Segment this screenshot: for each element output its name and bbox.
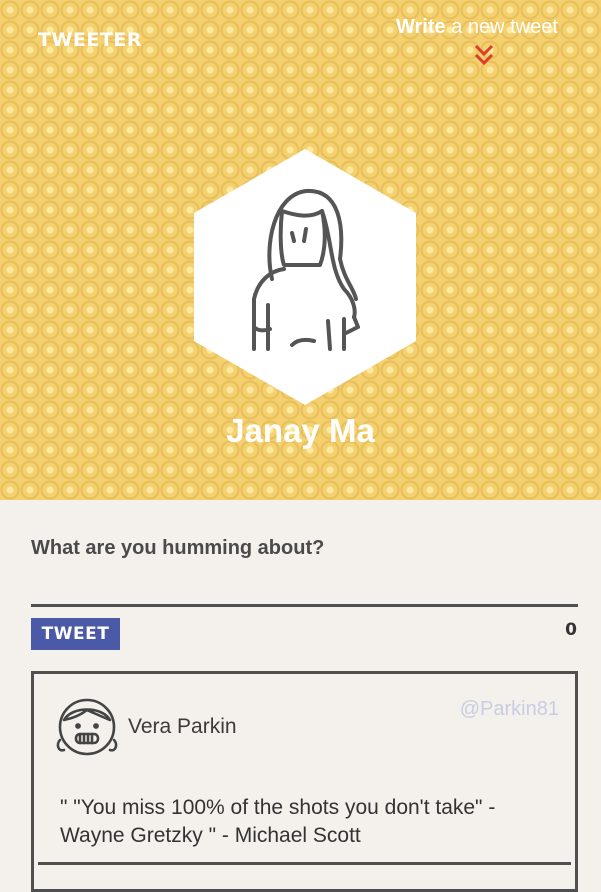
avatar-hexagon-frame <box>194 149 416 405</box>
write-link-bold: Write <box>396 16 446 38</box>
tweet-text: " "You miss 100% of the shots you don't … <box>60 796 496 847</box>
profile-avatar <box>194 149 416 405</box>
tweet-card: Vera Parkin @Parkin81 " "You miss 100% o… <box>31 671 578 892</box>
smiling-girl-icon <box>56 698 118 756</box>
profile-header: TWEETER Write a new tweet Janay Ma <box>0 0 601 500</box>
brand-logo[interactable]: TWEETER <box>38 29 142 51</box>
card-divider <box>38 862 571 865</box>
compose-prompt: What are you humming about? <box>31 537 325 559</box>
tweet-author-handle[interactable]: @Parkin81 <box>460 698 559 721</box>
tweet-input[interactable] <box>31 580 578 607</box>
character-count: 0 <box>565 620 577 640</box>
write-link-text: a new tweet <box>445 16 558 38</box>
double-chevron-down-icon[interactable] <box>474 44 494 66</box>
profile-name: Janay Ma <box>226 412 375 449</box>
tweet-button[interactable]: TWEET <box>31 618 120 650</box>
write-new-tweet-link[interactable]: Write a new tweet <box>396 16 558 39</box>
tweet-author-name[interactable]: Vera Parkin <box>128 715 237 739</box>
